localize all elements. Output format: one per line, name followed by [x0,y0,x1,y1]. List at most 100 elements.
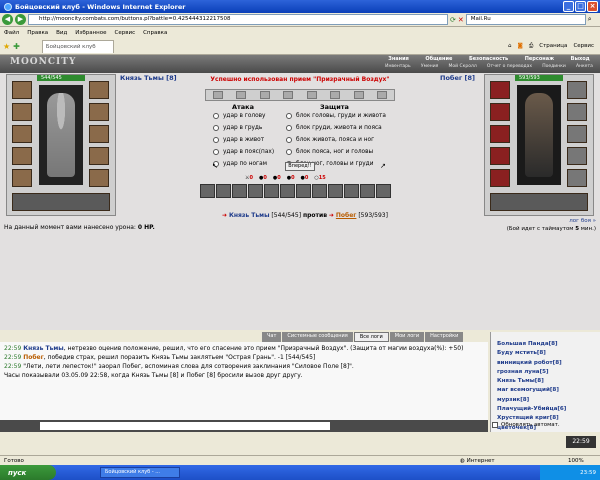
attack-option[interactable]: удар в пояс(пах) [213,149,274,155]
user-item[interactable]: мурзик[8] [491,396,600,405]
feeds-icon[interactable]: ◙ [517,43,522,50]
menu-tools[interactable]: Сервис [115,30,136,36]
back-icon[interactable]: ◀ [2,14,13,25]
defense-option[interactable]: блок груди, живота и пояса [286,125,382,131]
vs-player-name[interactable]: Князь Тьмы [229,212,270,219]
zone-slot[interactable] [353,91,364,99]
page-menu[interactable]: Страница [539,43,567,50]
zoom-level[interactable]: 100% [568,458,584,464]
tab-all-logs[interactable]: Все логи [353,332,389,342]
zone-slot[interactable] [377,91,388,99]
menu-view[interactable]: Вид [56,30,67,36]
vs-enemy-name[interactable]: Побег [336,212,357,219]
magic-right-icon[interactable]: ↗ [380,162,386,170]
gloves-slot-icon[interactable] [89,103,109,121]
skill-icon[interactable] [360,184,375,198]
shield-slot-icon[interactable] [89,125,109,143]
maximize-button[interactable]: □ [575,1,586,12]
refresh-icon[interactable]: ⟳ [450,16,456,24]
nav-inventory[interactable]: Инвентарь [385,64,411,72]
tools-menu[interactable]: Сервис [573,43,594,50]
enemy-armor-icon[interactable] [490,147,510,165]
defense-option[interactable]: блок живота, пояса и ног [286,137,374,143]
forward-icon[interactable]: ▶ [15,14,26,25]
weapon-slot-icon[interactable] [12,125,32,143]
close-button[interactable]: × [587,1,598,12]
search-icon[interactable]: ⌕ [588,15,592,24]
nav-exit[interactable]: Выход [571,56,590,64]
skill-icon[interactable] [328,184,343,198]
print-icon[interactable]: ⎙ [529,43,533,50]
enemy-boots-icon[interactable] [567,169,587,187]
tab-settings[interactable]: Настройки [425,332,464,342]
armor-slot-icon[interactable] [12,147,32,165]
tab-my-logs[interactable]: Мои логи [389,332,425,342]
nav-knowledge[interactable]: Знания [388,56,409,64]
skill-icon[interactable] [312,184,327,198]
skill-icon[interactable] [344,184,359,198]
boots-slot-icon[interactable] [89,169,109,187]
user-item[interactable]: Большая Панда[8] [491,340,600,349]
user-item[interactable]: Плачущий-Убийца[6] [491,405,600,414]
menu-file[interactable]: Файл [4,30,19,36]
stop-icon[interactable]: ✕ [458,16,464,24]
earring-slot-icon[interactable] [89,81,109,99]
menu-help[interactable]: Справка [143,30,167,36]
skill-icon[interactable] [200,184,215,198]
attack-option[interactable]: удар по ногам [213,161,267,167]
auto-update-toggle[interactable]: Обновлять автомат. [492,420,592,429]
defense-option[interactable]: блок головы, груди и живота [286,113,386,119]
user-item[interactable]: грозная луна[5] [491,368,600,377]
belt-slot-icon[interactable] [12,169,32,187]
zone-slot[interactable] [259,91,270,99]
skill-icon[interactable] [264,184,279,198]
helmet-slot-icon[interactable] [12,81,32,99]
skill-icon[interactable] [280,184,295,198]
tab-chat[interactable]: Чат [262,332,282,342]
player-rings-row[interactable] [12,193,110,211]
enemy-gloves-icon[interactable] [567,103,587,121]
minimize-button[interactable]: _ [563,1,574,12]
chat-input[interactable] [40,422,330,430]
address-bar[interactable]: http://mooncity.combats.com/buttons.pl?b… [28,14,448,25]
nav-character[interactable]: Персонаж [525,56,554,64]
nav-fights[interactable]: Поединки [542,64,566,72]
enemy-weapon-icon[interactable] [490,125,510,143]
skill-icon[interactable] [216,184,231,198]
zone-slot[interactable] [212,91,223,99]
skill-icon[interactable] [232,184,247,198]
add-favorite-icon[interactable]: ✚ [13,42,20,51]
browser-tab[interactable]: Бойцовский клуб [41,39,114,53]
enemy-belt-icon[interactable] [490,169,510,187]
skill-icon[interactable] [296,184,311,198]
nav-scroll[interactable]: Мой Скролл [449,64,477,72]
magic-left-icon[interactable]: ↖ [212,162,218,170]
start-button[interactable]: пуск [0,465,56,480]
enemy-shield-icon[interactable] [567,125,587,143]
zone-slot[interactable] [283,91,294,99]
attack-option[interactable]: удар в живот [213,137,264,143]
tab-system[interactable]: Системные сообщения [282,332,353,342]
user-item[interactable]: маг всемогущий[8] [491,386,600,395]
enemy-legs-icon[interactable] [567,147,587,165]
nav-chat[interactable]: Общение [425,56,452,64]
nav-transfers[interactable]: Отчет о переводах [487,64,532,72]
zone-slot[interactable] [306,91,317,99]
forward-button[interactable]: Вперед!! [285,162,315,171]
skill-icon[interactable] [376,184,391,198]
attack-option[interactable]: удар в грудь [213,125,262,131]
menu-favorites[interactable]: Избранное [75,30,106,36]
nav-skills[interactable]: Умения [421,64,438,72]
enemy-helmet-icon[interactable] [490,81,510,99]
skill-icon[interactable] [248,184,263,198]
user-item[interactable]: винницкий робот[8] [491,359,600,368]
taskbar-item[interactable]: Бойцовский клуб - ... [100,467,180,478]
fight-log-link[interactable]: лог боя » [530,218,596,226]
enemy-name[interactable]: Побег [8] [440,74,475,82]
legs-slot-icon[interactable] [89,147,109,165]
bracer-slot-icon[interactable] [12,103,32,121]
favorites-star-icon[interactable]: ★ [3,42,10,51]
defense-option[interactable]: блок пояса, ног и головы [286,149,373,155]
enemy-bracer-icon[interactable] [490,103,510,121]
zone-slot[interactable] [330,91,341,99]
